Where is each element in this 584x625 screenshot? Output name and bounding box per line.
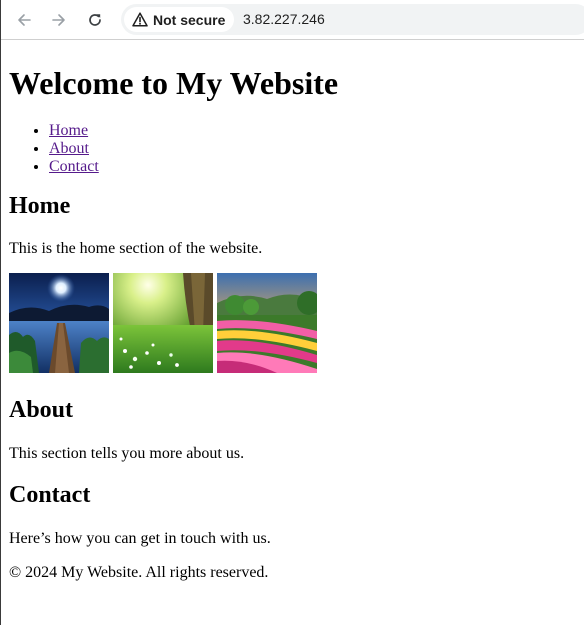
nav-link-home[interactable]: Home [49, 122, 88, 139]
about-text: This section tells you more about us. [9, 445, 245, 462]
security-label: Not secure [153, 11, 226, 28]
back-button[interactable] [11, 7, 37, 33]
reload-button[interactable] [82, 7, 108, 33]
meadow-photo [113, 273, 213, 373]
forward-arrow-icon [51, 12, 67, 28]
site-nav: Home About Contact [9, 122, 579, 176]
address-bar[interactable]: Not secure 3.82.227.246 [121, 4, 584, 35]
forward-button[interactable] [46, 7, 72, 33]
lake-photo [9, 273, 109, 373]
security-indicator[interactable]: Not secure [124, 7, 235, 32]
back-arrow-icon [16, 12, 32, 28]
image-gallery [9, 273, 579, 373]
window-edge [0, 0, 1, 625]
page-title: Welcome to My Website [9, 65, 339, 101]
home-heading: Home [9, 193, 71, 219]
browser-toolbar: Not secure 3.82.227.246 [1, 0, 584, 40]
nav-link-contact[interactable]: Contact [49, 158, 99, 175]
nav-item-about: About [49, 140, 579, 158]
contact-heading: Contact [9, 482, 91, 508]
footer-text: © 2024 My Website. All rights reserved. [9, 564, 269, 581]
warning-icon [132, 12, 148, 27]
url-text[interactable]: 3.82.227.246 [243, 11, 325, 27]
home-text: This is the home section of the website. [9, 240, 263, 257]
about-heading: About [9, 397, 74, 423]
contact-text: Here’s how you can get in touch with us. [9, 530, 271, 547]
flower-field-photo [217, 273, 317, 373]
nav-link-about[interactable]: About [49, 140, 89, 157]
reload-icon [87, 12, 103, 28]
nav-item-home: Home [49, 122, 579, 140]
page-content: Welcome to My Website Home About Contact… [9, 40, 579, 582]
nav-item-contact: Contact [49, 158, 579, 176]
